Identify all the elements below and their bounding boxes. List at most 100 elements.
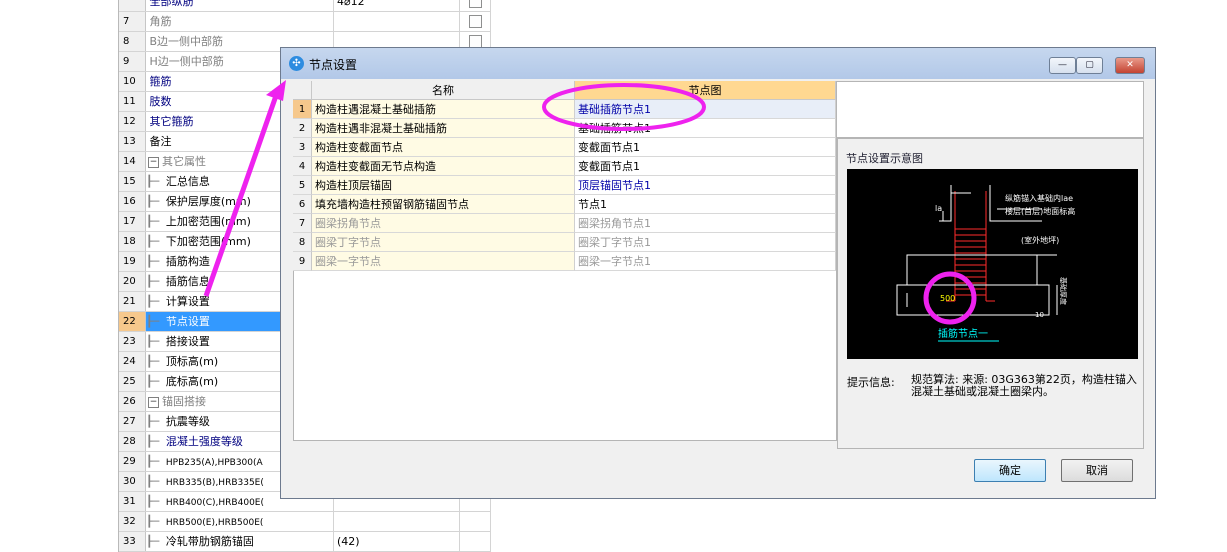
tree-line-icon: ┠─	[146, 195, 166, 208]
row-number: 30	[119, 472, 146, 491]
row-number: 33	[119, 532, 146, 551]
row-number: 9	[293, 252, 312, 271]
property-label: 汇总信息	[165, 175, 210, 188]
tree-line-icon: ┠─	[146, 495, 166, 508]
collapse-toggle-icon[interactable]: −	[148, 156, 159, 168]
node-settings-dialog: ✣ 节点设置 — ▢ ✕ 名称 节点图 1 构造柱遇混凝土基础插筋 基础插筋节点1 2…	[280, 47, 1156, 499]
node-diagram-cell[interactable]: 节点1	[575, 195, 836, 214]
property-label: 其它属性	[162, 155, 206, 168]
row-number: 27	[119, 412, 146, 431]
table-row[interactable]: 7 圈梁拐角节点 圈梁拐角节点1	[293, 214, 836, 233]
row-number: 15	[119, 172, 146, 191]
close-button[interactable]: ✕	[1115, 57, 1145, 74]
property-label: 搭接设置	[165, 335, 210, 348]
property-name: ┠─ 冷轧带肋钢筋锚固	[146, 532, 334, 551]
checkbox[interactable]	[469, 0, 482, 8]
property-label: 顶标高(m)	[165, 355, 219, 368]
tree-line-icon: ┠─	[146, 515, 166, 528]
node-name-cell: 构造柱变截面无节点构造	[312, 157, 575, 176]
hint-label: 提示信息:	[847, 376, 895, 389]
table-row[interactable]: 8 圈梁丁字节点 圈梁丁字节点1	[293, 233, 836, 252]
property-label: 角筋	[149, 15, 172, 28]
node-diagram-cell[interactable]: 变截面节点1	[575, 138, 836, 157]
property-label: 其它箍筋	[149, 115, 194, 128]
row-number: 18	[119, 232, 146, 251]
cancel-button[interactable]: 取消	[1061, 459, 1133, 482]
property-row[interactable]: 32 ┠─ HRB500(E),HRB500E(	[119, 512, 491, 532]
property-label: 锚固搭接	[162, 395, 206, 408]
checkbox[interactable]	[469, 15, 482, 28]
collapse-toggle-icon[interactable]: −	[148, 396, 159, 408]
tree-line-icon: ┠─	[146, 455, 166, 468]
property-value[interactable]	[334, 512, 460, 531]
tree-line-icon: ┠─	[146, 535, 166, 548]
row-number: 11	[119, 92, 146, 111]
property-label: 混凝土强度等级	[165, 435, 243, 448]
node-name-cell: 构造柱遇非混凝土基础插筋	[312, 119, 575, 138]
property-label: 保护层厚度(mm)	[165, 195, 251, 208]
dialog-titlebar[interactable]: ✣ 节点设置 — ▢ ✕	[281, 48, 1155, 79]
table-row[interactable]: 1 构造柱遇混凝土基础插筋 基础插筋节点1	[293, 100, 836, 119]
property-label: 底标高(m)	[165, 375, 219, 388]
property-name: 全部纵筋	[146, 0, 334, 11]
property-row[interactable]: 全部纵筋 4⌀12	[119, 0, 491, 12]
node-diagram-cell[interactable]: 圈梁一字节点1	[575, 252, 836, 271]
property-label: HRB500(E),HRB500E(	[165, 518, 264, 528]
diagram-outdoor-note: (室外地坪)	[1021, 235, 1059, 245]
row-number: 8	[119, 32, 146, 51]
property-label: 抗震等级	[165, 415, 210, 428]
property-value[interactable]: 4⌀12	[334, 0, 460, 11]
header-diagram[interactable]: 节点图	[575, 81, 836, 100]
node-diagram-cell[interactable]: 变截面节点1	[575, 157, 836, 176]
tree-line-icon: ┠─	[146, 215, 166, 228]
property-row[interactable]: 33 ┠─ 冷轧带肋钢筋锚固 (42)	[119, 532, 491, 552]
property-value[interactable]	[334, 12, 460, 31]
node-diagram-cell[interactable]: 圈梁拐角节点1	[575, 214, 836, 233]
tree-line-icon: ┠─	[146, 315, 166, 328]
tree-line-icon: ┠─	[146, 375, 166, 388]
tree-line-icon: ┠─	[146, 355, 166, 368]
header-name[interactable]: 名称	[312, 81, 575, 100]
node-diagram-cell[interactable]: 基础插筋节点1	[575, 100, 836, 119]
row-number: 1	[293, 100, 312, 119]
property-row[interactable]: 7 角筋	[119, 12, 491, 32]
table-row[interactable]: 2 构造柱遇非混凝土基础插筋 基础插筋节点1	[293, 119, 836, 138]
property-value[interactable]: (42)	[334, 532, 460, 551]
node-diagram-cell[interactable]: 基础插筋节点1	[575, 119, 836, 138]
property-label: 全部纵筋	[149, 0, 194, 8]
property-label: 备注	[149, 135, 172, 148]
property-label: H边一侧中部筋	[149, 55, 224, 68]
table-row[interactable]: 6 填充墙构造柱预留钢筋锚固节点 节点1	[293, 195, 836, 214]
property-check-cell	[460, 532, 491, 551]
node-diagram-cell[interactable]: 圈梁丁字节点1	[575, 233, 836, 252]
row-number: 5	[293, 176, 312, 195]
node-name-cell: 填充墙构造柱预留钢筋锚固节点	[312, 195, 575, 214]
row-number: 24	[119, 352, 146, 371]
table-row[interactable]: 9 圈梁一字节点 圈梁一字节点1	[293, 252, 836, 271]
row-number: 17	[119, 212, 146, 231]
tree-line-icon: ┠─	[146, 255, 166, 268]
node-diagram-cell[interactable]: 顶层锚固节点1	[575, 176, 836, 195]
row-number: 29	[119, 452, 146, 471]
table-row[interactable]: 3 构造柱变截面节点 变截面节点1	[293, 138, 836, 157]
diagram-caption: 插筋节点一	[938, 327, 988, 340]
row-number: 19	[119, 252, 146, 271]
hint-box: 提示信息: 规范算法: 来源: 03G363第22页，构造柱锚入混凝土基础或混凝…	[847, 371, 1137, 439]
ok-button[interactable]: 确定	[974, 459, 1046, 482]
node-table: 名称 节点图 1 构造柱遇混凝土基础插筋 基础插筋节点1 2 构造柱遇非混凝土基础插筋基…	[293, 81, 836, 271]
row-number: 14	[119, 152, 146, 171]
node-name-cell: 构造柱遇混凝土基础插筋	[312, 100, 575, 119]
minimize-button[interactable]: —	[1049, 57, 1076, 74]
property-check-cell	[460, 512, 491, 531]
node-name-cell: 圈梁拐角节点	[312, 214, 575, 233]
table-row[interactable]: 4 构造柱变截面无节点构造 变截面节点1	[293, 157, 836, 176]
node-name-cell: 圈梁一字节点	[312, 252, 575, 271]
property-label: HPB235(A),HPB300(A	[165, 458, 263, 468]
property-label: 插筋信息	[165, 275, 210, 288]
property-label: HRB335(B),HRB335E(	[165, 478, 264, 488]
maximize-button[interactable]: ▢	[1076, 57, 1103, 74]
row-number: 12	[119, 112, 146, 131]
table-row[interactable]: 5 构造柱顶层锚固 顶层锚固节点1	[293, 176, 836, 195]
property-label: B边一侧中部筋	[149, 35, 224, 48]
property-label: 计算设置	[165, 295, 210, 308]
